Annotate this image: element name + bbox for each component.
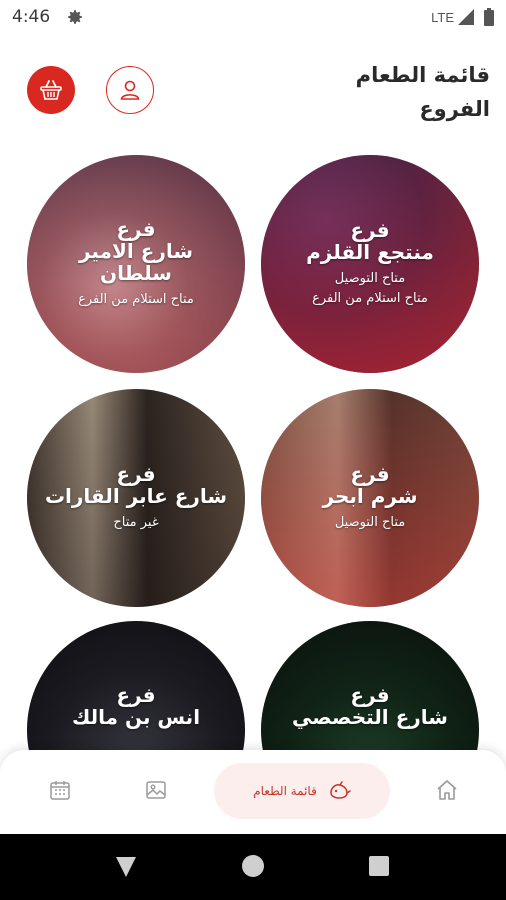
gallery-icon xyxy=(146,781,166,799)
branch-text: فرع منتجع القلزم متاح التوصيل متاح استلا… xyxy=(292,219,448,309)
branch-card[interactable]: فرع شارع الامير سلطان متاح استلام من الف… xyxy=(27,155,245,373)
branch-status: متاح استلام من الفرع xyxy=(78,292,194,307)
branch-text: فرع شارع الامير سلطان متاح استلام من الف… xyxy=(27,218,245,310)
nav-menu-label: قائمة الطعام xyxy=(253,784,317,798)
branch-name: شارع عابر القارات xyxy=(44,484,228,508)
branch-status: متاح التوصيل xyxy=(334,271,406,286)
branch-text: فرع شرم ابحر متاح التوصيل xyxy=(309,463,432,533)
branch-status: متاح استلام من الفرع xyxy=(312,291,428,306)
basket-icon xyxy=(40,80,62,100)
nav-gallery[interactable] xyxy=(142,776,170,804)
signal-icon xyxy=(458,9,474,25)
branch-text: فرع شارع عابر القارات غير متاح xyxy=(31,463,241,533)
page-title: قائمة الطعام الفروع xyxy=(356,58,490,126)
cart-button[interactable] xyxy=(27,66,75,114)
branch-status: متاح التوصيل xyxy=(334,515,406,530)
branch-text: فرع شارع التخصصي xyxy=(278,684,462,728)
battery-icon xyxy=(484,8,494,26)
system-nav-bar xyxy=(0,834,506,900)
gear-icon xyxy=(68,10,82,24)
branch-status: غير متاح xyxy=(113,515,159,530)
branch-card[interactable]: فرع شارع عابر القارات غير متاح xyxy=(27,389,245,607)
branch-label: فرع xyxy=(116,683,156,707)
nav-menu[interactable]: قائمة الطعام xyxy=(214,763,390,819)
menu-icon xyxy=(330,781,351,799)
recents-icon[interactable] xyxy=(369,856,389,876)
branch-name: منتجع القلزم xyxy=(306,240,434,264)
branch-name: شرم ابحر xyxy=(322,484,418,508)
branch-label: فرع xyxy=(350,218,390,242)
user-icon xyxy=(120,80,140,100)
branch-label: فرع xyxy=(350,683,390,707)
branch-label: فرع xyxy=(350,462,390,486)
nav-calendar[interactable] xyxy=(46,776,74,804)
branch-name: شارع التخصصي xyxy=(292,705,448,729)
page-title-line2: الفروع xyxy=(419,97,490,121)
bottom-nav: قائمة الطعام xyxy=(0,750,506,834)
branch-label: فرع xyxy=(116,217,156,241)
branch-name: شارع الامير سلطان xyxy=(78,239,194,285)
home-circle-icon[interactable] xyxy=(242,855,264,877)
back-icon[interactable] xyxy=(114,855,138,879)
status-bar: 4:46 LTE xyxy=(0,0,506,34)
branch-name: انس بن مالك xyxy=(71,705,201,729)
profile-button[interactable] xyxy=(106,66,154,114)
nav-home[interactable] xyxy=(433,776,461,804)
home-icon xyxy=(437,780,457,800)
branch-card[interactable]: فرع منتجع القلزم متاح التوصيل متاح استلا… xyxy=(261,155,479,373)
network-type: LTE xyxy=(431,10,454,25)
status-time: 4:46 xyxy=(12,7,51,27)
branch-text: فرع انس بن مالك xyxy=(58,684,214,728)
page-title-line1: قائمة الطعام xyxy=(355,63,490,87)
branch-card[interactable]: فرع شرم ابحر متاح التوصيل xyxy=(261,389,479,607)
branch-label: فرع xyxy=(116,462,156,486)
calendar-icon xyxy=(50,781,70,800)
